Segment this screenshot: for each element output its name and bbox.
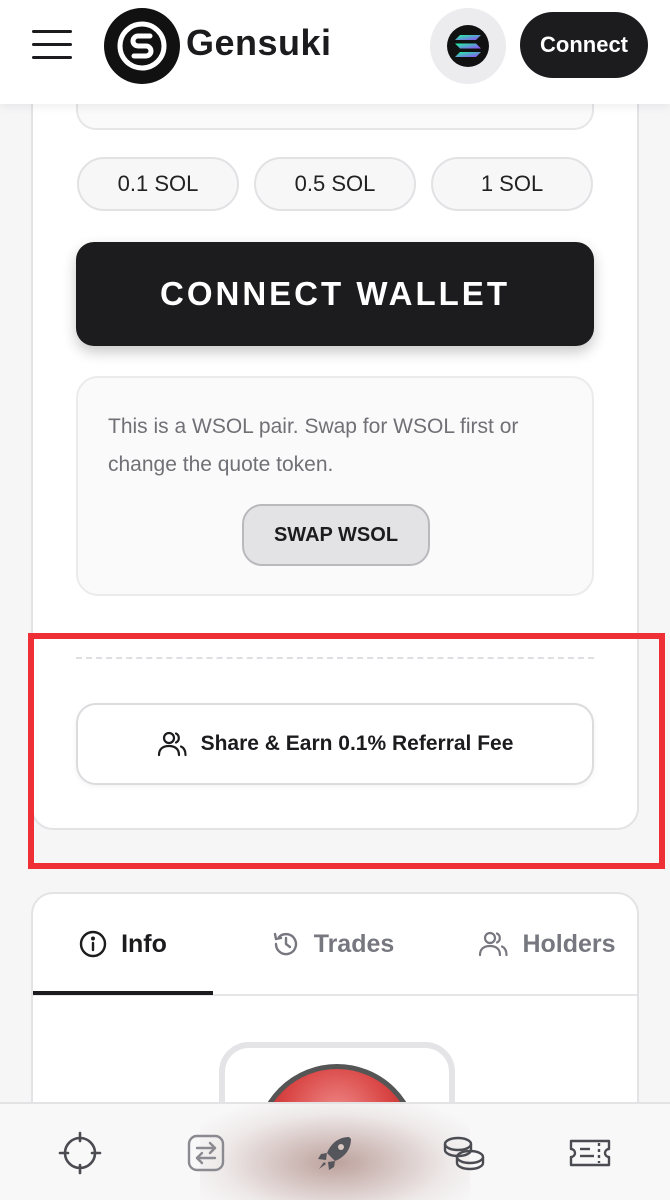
connect-button[interactable]: Connect — [520, 12, 648, 78]
swap-icon — [187, 1134, 225, 1172]
gensuki-logo-icon[interactable] — [104, 8, 180, 84]
quick-amount-0-5-sol-button[interactable]: 0.5 SOL — [254, 157, 416, 211]
wsol-notice-box: This is a WSOL pair. Swap for WSOL first… — [76, 376, 594, 596]
highlight-annotation-box — [28, 633, 665, 869]
tab-trades[interactable]: Trades — [233, 894, 433, 994]
active-tab-indicator — [33, 991, 213, 995]
users-icon — [479, 931, 509, 957]
nav-tokens[interactable] — [397, 1104, 531, 1200]
coins-icon — [443, 1136, 485, 1171]
history-icon — [273, 932, 297, 956]
tab-info[interactable]: Info — [33, 894, 213, 994]
bottom-navigation — [0, 1102, 670, 1200]
nav-explore[interactable] — [13, 1104, 147, 1200]
info-icon — [79, 930, 107, 958]
ticket-icon — [569, 1139, 611, 1167]
tab-holders[interactable]: Holders — [453, 894, 637, 994]
tab-holders-label: Holders — [522, 929, 616, 958]
hamburger-menu-icon[interactable] — [30, 30, 74, 60]
connect-wallet-button[interactable]: CONNECT WALLET — [76, 242, 594, 346]
quick-amount-0-1-sol-button[interactable]: 0.1 SOL — [77, 157, 239, 211]
nav-tickets[interactable] — [523, 1104, 657, 1200]
brand-name: Gensuki — [186, 22, 332, 63]
solana-network-button[interactable] — [430, 8, 506, 84]
wsol-notice-text: This is a WSOL pair. Swap for WSOL first… — [108, 415, 519, 476]
swap-wsol-button[interactable]: SWAP WSOL — [242, 504, 430, 566]
quick-amount-1-sol-button[interactable]: 1 SOL — [431, 157, 593, 211]
top-header: Gensuki Connect — [0, 0, 670, 104]
nav-swap[interactable] — [139, 1104, 273, 1200]
nav-launch[interactable] — [268, 1104, 402, 1200]
solana-icon — [447, 25, 489, 67]
rocket-icon — [318, 1137, 351, 1170]
tab-info-label: Info — [121, 929, 167, 958]
amount-input-field[interactable] — [76, 100, 594, 130]
tab-trades-label: Trades — [313, 929, 395, 958]
tab-bar: Info Trades Holders — [33, 894, 637, 996]
crosshair-icon — [58, 1131, 102, 1175]
